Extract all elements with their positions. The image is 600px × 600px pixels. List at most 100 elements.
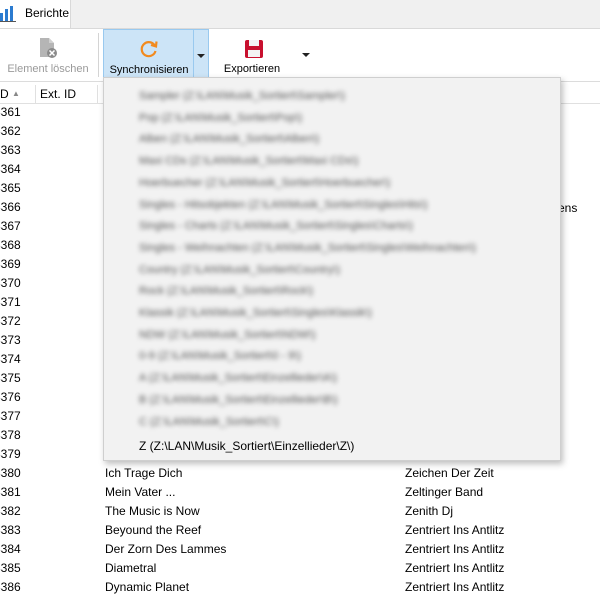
cell-artist: Zentriert Ins Antlitz bbox=[405, 561, 505, 575]
sync-menu-item[interactable]: A (Z:\LAN\Musik_Sortiert\Einzellieder\A\… bbox=[104, 368, 560, 389]
sync-menu-item-label: Country (Z:\LAN\Musik_Sortiert\Country\) bbox=[139, 263, 341, 276]
cell-id: 8380 bbox=[0, 466, 21, 480]
export-button[interactable]: Exportieren bbox=[216, 29, 288, 81]
sync-menu-item[interactable]: Sampler (Z:\LAN\Musik_Sortiert\Sampler\) bbox=[104, 86, 560, 107]
tab-bar: Berichte bbox=[0, 0, 600, 29]
sync-menu-item[interactable]: 0-9 (Z:\LAN\Musik_Sortiert\0 - 9\) bbox=[104, 346, 560, 367]
export-label: Exportieren bbox=[223, 63, 281, 75]
table-row[interactable]: 8382 The Music is Now Zenith Dj bbox=[0, 502, 600, 521]
delete-document-icon bbox=[40, 38, 57, 58]
column-header-ext-id[interactable]: Ext. ID bbox=[36, 85, 98, 103]
sync-menu-item-label: A (Z:\LAN\Musik_Sortiert\Einzellieder\A\… bbox=[139, 372, 338, 385]
cell-artist: Zentriert Ins Antlitz bbox=[405, 580, 505, 594]
cell-title: The Music is Now bbox=[105, 504, 200, 518]
sync-menu-item-label: Singles - Weihnachten (Z:\LAN\Musik_Sort… bbox=[139, 241, 477, 254]
cell-id: 8386 bbox=[0, 580, 21, 594]
chevron-down-icon[interactable] bbox=[197, 54, 205, 58]
ribbon-separator bbox=[98, 33, 99, 77]
tab-label: Berichte bbox=[25, 6, 70, 20]
cell-id: 8376 bbox=[0, 390, 21, 404]
table-row[interactable]: 8381 Mein Vater ... Zeltinger Band bbox=[0, 483, 600, 502]
cell-title: Diametral bbox=[105, 561, 157, 575]
sync-menu-item[interactable]: NDW (Z:\LAN\Musik_Sortiert\NDW\) bbox=[104, 325, 560, 346]
report-icon bbox=[0, 6, 16, 22]
delete-element-button[interactable]: Element löschen bbox=[0, 29, 96, 81]
cell-id: 8383 bbox=[0, 523, 21, 537]
sync-menu-item[interactable]: Singles - Charts (Z:\LAN\Musik_Sortiert\… bbox=[104, 216, 560, 237]
cell-title: Dynamic Planet bbox=[105, 580, 190, 594]
cell-id: 8373 bbox=[0, 333, 21, 347]
synchronize-dropdown-menu: Sampler (Z:\LAN\Musik_Sortiert\Sampler\)… bbox=[103, 77, 561, 461]
sync-menu-item-label: B (Z:\LAN\Musik_Sortiert\Einzellieder\B\… bbox=[139, 393, 338, 406]
sync-menu-item[interactable]: Pop (Z:\LAN\Musik_Sortiert\Pop\) bbox=[104, 108, 560, 129]
sync-menu-item-label: C (Z:\LAN\Musik_Sortiert\C\) bbox=[139, 415, 279, 428]
ribbon-toolbar: Element löschen Synchronisieren Exportie… bbox=[0, 29, 600, 82]
sync-menu-item[interactable]: Maxi CDs (Z:\LAN\Musik_Sortiert\Maxi CDs… bbox=[104, 151, 560, 172]
cell-id: 8378 bbox=[0, 428, 21, 442]
column-id-label: D bbox=[0, 87, 9, 101]
sync-menu-item[interactable]: Alben (Z:\LAN\Musik_Sortiert\Alben\) bbox=[104, 129, 560, 150]
sync-menu-item-label: Maxi CDs (Z:\LAN\Musik_Sortiert\Maxi CDs… bbox=[139, 155, 359, 168]
cell-artist: Zentriert Ins Antlitz bbox=[405, 523, 505, 537]
sync-menu-item-label: Rock (Z:\LAN\Musik_Sortiert\Rock\) bbox=[139, 285, 314, 298]
sync-menu-item[interactable]: B (Z:\LAN\Musik_Sortiert\Einzellieder\B\… bbox=[104, 390, 560, 411]
cell-id: 8363 bbox=[0, 143, 21, 157]
cell-artist: Zeichen Der Zeit bbox=[405, 466, 494, 480]
cell-title: Der Zorn Des Lammes bbox=[105, 542, 227, 556]
cell-id: 8379 bbox=[0, 447, 21, 461]
table-row[interactable]: 8385 Diametral Zentriert Ins Antlitz bbox=[0, 559, 600, 578]
sort-ascending-icon: ▲ bbox=[12, 89, 20, 98]
delete-element-label: Element löschen bbox=[7, 63, 89, 75]
cell-id: 8362 bbox=[0, 124, 21, 138]
sync-menu-item[interactable]: Hoerbuecher (Z:\LAN\Musik_Sortiert\Hoerb… bbox=[104, 173, 560, 194]
cell-id: 8384 bbox=[0, 542, 21, 556]
cell-title: Mein Vater ... bbox=[105, 485, 176, 499]
cell-id: 8369 bbox=[0, 257, 21, 271]
cell-title: Ich Trage Dich bbox=[105, 466, 183, 480]
sync-menu-item-label: Sampler (Z:\LAN\Musik_Sortiert\Sampler\) bbox=[139, 90, 345, 102]
cell-id: 8381 bbox=[0, 485, 21, 499]
sync-menu-item[interactable]: Country (Z:\LAN\Musik_Sortiert\Country\) bbox=[104, 260, 560, 281]
cell-id: 8366 bbox=[0, 200, 21, 214]
sync-menu-item-label: Klassik (Z:\LAN\Musik_Sortiert\Singles\K… bbox=[139, 307, 372, 319]
export-dropdown-icon[interactable] bbox=[302, 53, 310, 57]
cell-id: 8377 bbox=[0, 409, 21, 423]
column-header-id[interactable]: D ▲ bbox=[0, 85, 36, 103]
cell-id: 8374 bbox=[0, 352, 21, 366]
sync-menu-item[interactable]: Singles - Hitsobjekten (Z:\LAN\Musik_Sor… bbox=[104, 195, 560, 216]
table-row[interactable]: 8380 Ich Trage Dich Zeichen Der Zeit bbox=[0, 464, 600, 483]
sync-menu-item-label: Singles - Hitsobjekten (Z:\LAN\Musik_Sor… bbox=[139, 198, 428, 211]
cell-id: 8371 bbox=[0, 295, 21, 309]
table-row[interactable]: 8383 Beyound the Reef Zentriert Ins Antlit… bbox=[0, 521, 600, 540]
sync-menu-item[interactable]: Z (Z:\LAN\Musik_Sortiert\Einzellieder\Z\… bbox=[104, 436, 560, 457]
sync-menu-item[interactable]: C (Z:\LAN\Musik_Sortiert\C\) bbox=[104, 412, 560, 433]
table-row[interactable]: 8386 Dynamic Planet Zentriert Ins Antlitz bbox=[0, 578, 600, 597]
sync-icon bbox=[140, 41, 158, 58]
sync-menu-item[interactable]: Klassik (Z:\LAN\Musik_Sortiert\Singles\K… bbox=[104, 303, 560, 324]
sync-menu-item-label: Hoerbuecher (Z:\LAN\Musik_Sortiert\Hoerb… bbox=[139, 176, 391, 189]
cell-id: 8375 bbox=[0, 371, 21, 385]
synchronize-button[interactable]: Synchronisieren bbox=[103, 29, 209, 82]
sync-menu-item-label: Alben (Z:\LAN\Musik_Sortiert\Alben\) bbox=[139, 133, 320, 146]
cell-id: 8367 bbox=[0, 219, 21, 233]
save-disk-icon bbox=[245, 40, 263, 58]
sync-menu-item-label: Z (Z:\LAN\Musik_Sortiert\Einzellieder\Z\… bbox=[139, 439, 355, 453]
cell-id: 8370 bbox=[0, 276, 21, 290]
sync-menu-item[interactable]: Singles - Weihnachten (Z:\LAN\Musik_Sort… bbox=[104, 238, 560, 259]
sync-menu-item-label: Pop (Z:\LAN\Musik_Sortiert\Pop\) bbox=[139, 111, 303, 124]
split-divider bbox=[193, 30, 194, 82]
sync-menu-item-label: 0-9 (Z:\LAN\Musik_Sortiert\0 - 9\) bbox=[139, 350, 301, 363]
cell-id: 8382 bbox=[0, 504, 21, 518]
table-row[interactable]: 8384 Der Zorn Des Lammes Zentriert Ins Ant… bbox=[0, 540, 600, 559]
cell-id: 8361 bbox=[0, 105, 21, 119]
tab-berichte[interactable]: Berichte bbox=[0, 0, 71, 28]
cell-id: 8368 bbox=[0, 238, 21, 252]
cell-artist: Zentriert Ins Antlitz bbox=[405, 542, 505, 556]
column-ext-id-label: Ext. ID bbox=[40, 87, 77, 101]
cell-id: 8372 bbox=[0, 314, 21, 328]
sync-menu-item[interactable]: Rock (Z:\LAN\Musik_Sortiert\Rock\) bbox=[104, 281, 560, 302]
cell-id: 8364 bbox=[0, 162, 21, 176]
sync-menu-item-label: Singles - Charts (Z:\LAN\Musik_Sortiert\… bbox=[139, 220, 413, 233]
synchronize-label: Synchronisieren bbox=[109, 64, 189, 76]
cell-artist: Zenith Dj bbox=[405, 504, 454, 518]
